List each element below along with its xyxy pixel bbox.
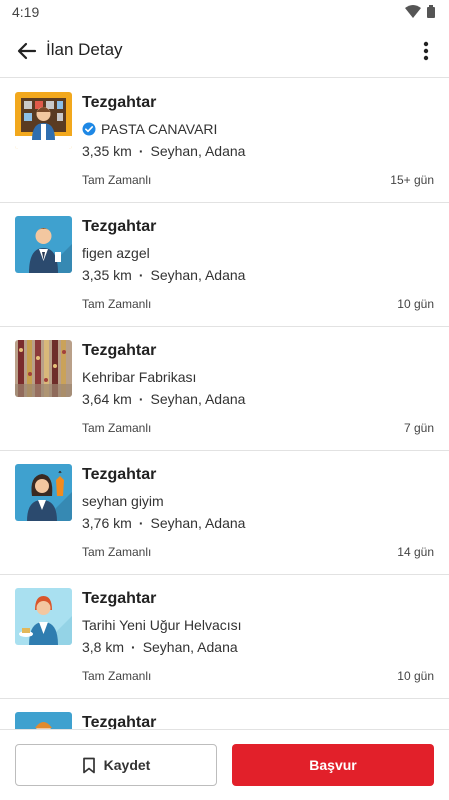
apply-button-label: Başvur [309,757,357,773]
location: Seyhan, Adana [150,515,246,531]
status-icons [405,5,435,18]
company-row: figen azgel [82,245,150,261]
clothing-seller-icon [15,464,72,521]
location-row: 3,64 km · Seyhan, Adana [82,391,245,407]
job-thumbnail [15,464,72,521]
location-row: 3,35 km · Seyhan, Adana [82,143,245,159]
job-thumbnail [15,340,72,397]
battery-icon [427,5,435,18]
back-button[interactable] [14,38,40,64]
company-name: Tarihi Yeni Uğur Helvacısı [82,617,242,633]
distance: 3,8 km [82,639,125,655]
page-title: İlan Detay [46,40,123,59]
wifi-icon [405,5,421,18]
posted-age: 10 gün [397,297,434,311]
separator-dot: · [138,515,144,531]
job-listing-card[interactable]: Tezgahtar PASTA CANAVARI 3,35 km · Seyhan,… [0,79,449,203]
distance: 3,64 km [82,391,132,407]
app-bar: İlan Detay [0,24,449,78]
posted-age: 7 gün [403,421,434,435]
amber-beads-photo [15,340,72,397]
location: Seyhan, Adana [142,639,238,655]
location-row: 3,8 km · Seyhan, Adana [82,639,238,655]
location: Seyhan, Adana [150,267,246,283]
arrow-back-icon [17,42,37,60]
status-bar: 4:19 [0,0,449,24]
employment-type: Tam Zamanlı [82,669,152,683]
company-row: seyhan giyim [82,493,164,509]
distance: 3,35 km [82,267,132,283]
location-row: 3,35 km · Seyhan, Adana [82,267,245,283]
sweets-seller-icon [15,588,72,645]
verified-badge-icon [82,122,96,136]
employment-type: Tam Zamanlı [82,173,152,187]
location: Seyhan, Adana [150,143,246,159]
company-row: Tarihi Yeni Uğur Helvacısı [82,617,242,633]
distance: 3,35 km [82,143,132,159]
bookmark-icon [82,757,95,773]
save-button-label: Kaydet [103,757,151,773]
employment-type: Tam Zamanlı [82,545,152,559]
job-listing-card[interactable]: Tezgahtar [0,699,449,729]
shop-clerk-icon [15,92,72,149]
apply-button[interactable]: Başvur [232,744,434,786]
job-title: Tezgahtar [82,590,157,607]
company-name: figen azgel [82,245,150,261]
location: Seyhan, Adana [150,391,246,407]
job-listing-card[interactable]: Tezgahtar seyhan giyim 3,76 km · Seyhan, A… [0,451,449,575]
job-thumbnail [15,588,72,645]
job-listing-card[interactable]: Tezgahtar figen azgel 3,35 km · Seyhan, Ad… [0,203,449,327]
status-time: 4:19 [12,4,40,20]
job-thumbnail [15,216,72,273]
job-thumbnail [15,92,72,149]
company-row: Kehribar Fabrikası [82,369,196,385]
job-title: Tezgahtar [82,342,157,359]
separator-dot: · [138,143,144,159]
location-row: 3,76 km · Seyhan, Adana [82,515,245,531]
separator-dot: · [138,267,144,283]
job-title: Tezgahtar [82,218,157,235]
job-listing-card[interactable]: Tezgahtar Kehribar Fabrikası 3,64 km · Sey… [0,327,449,451]
company-name: seyhan giyim [82,493,164,509]
job-title: Tezgahtar [82,466,157,483]
posted-age: 10 gün [397,669,434,683]
bottom-action-bar: Kaydet Başvur [0,729,449,800]
separator-dot: · [131,639,136,655]
job-title: Tezgahtar [82,714,157,729]
save-button[interactable]: Kaydet [15,744,217,786]
more-options-button[interactable] [417,38,435,64]
employment-type: Tam Zamanlı [82,297,152,311]
company-name: PASTA CANAVARI [101,121,218,137]
separator-dot: · [138,391,144,407]
employment-type: Tam Zamanlı [82,421,152,435]
company-row: PASTA CANAVARI [82,121,217,137]
job-listing-card[interactable]: Tezgahtar Tarihi Yeni Uğur Helvacısı 3,8… [0,575,449,699]
company-name: Kehribar Fabrikası [82,369,197,385]
job-list: Tezgahtar PASTA CANAVARI 3,35 km · Seyhan,… [0,79,449,729]
job-title: Tezgahtar [82,94,157,111]
posted-age: 14 gün [397,545,434,559]
job-thumbnail [15,712,72,729]
more-vert-icon [423,41,429,61]
clerk-icon [15,712,72,729]
distance: 3,76 km [82,515,132,531]
waiter-icon [15,216,72,273]
posted-age: 15+ gün [390,173,434,187]
